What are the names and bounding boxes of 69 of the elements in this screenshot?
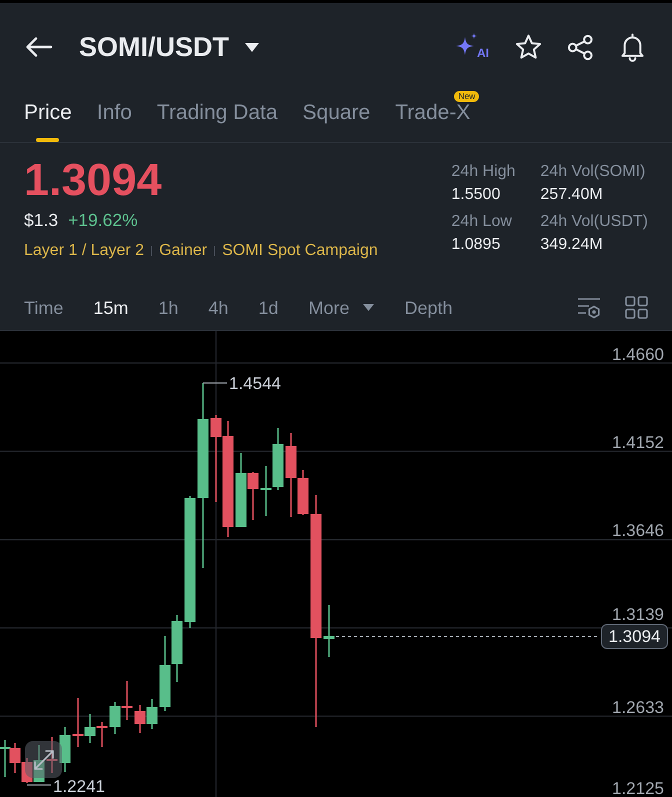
stat-value: 257.40M: [540, 185, 604, 205]
stat-value: 1.0895: [451, 235, 502, 255]
tab[interactable]: Square: [302, 102, 370, 142]
tag-link[interactable]: SOMI Spot Campaign: [222, 240, 378, 262]
interval-tab[interactable]: 15m: [93, 296, 128, 320]
candle: [96, 722, 108, 747]
notification-button[interactable]: [619, 32, 646, 62]
list-settings-icon: [577, 296, 601, 320]
candle: [324, 605, 334, 657]
interval-tab[interactable]: Time: [24, 296, 64, 320]
stat-value: 1.5500: [451, 185, 502, 205]
candle: [260, 466, 272, 516]
back-arrow-icon: [25, 35, 53, 59]
more-dropdown[interactable]: More: [308, 296, 374, 320]
tab[interactable]: Trading Data: [156, 102, 278, 142]
share-button[interactable]: [567, 34, 594, 60]
stat-value: 349.24M: [540, 235, 604, 255]
ai-assistant-button[interactable]: AI: [455, 33, 490, 61]
stat-label: 24h Low: [451, 212, 513, 232]
star-icon: [515, 34, 542, 60]
candle: [134, 705, 146, 733]
stat-label: 24h Vol(SOMI): [540, 162, 646, 182]
new-badge: New: [454, 91, 480, 102]
share-icon: [567, 34, 594, 60]
stat-label: 24h Vol(USDT): [540, 212, 648, 232]
interval-tab[interactable]: 1d: [258, 296, 278, 320]
last-price-tag: 1.3094: [601, 624, 668, 649]
leader-line: [27, 784, 51, 786]
caret-down-icon: [363, 304, 374, 311]
caret-down-icon: [245, 42, 260, 52]
layout-button[interactable]: [625, 296, 648, 319]
candle: [146, 699, 158, 729]
candle: [10, 743, 20, 773]
indicator-settings-button[interactable]: [577, 296, 601, 320]
grid-icon: [625, 296, 648, 319]
candle: [272, 428, 284, 490]
tag-link[interactable]: Gainer: [159, 240, 208, 262]
back-button[interactable]: [25, 35, 53, 59]
tab[interactable]: Price: [24, 102, 72, 142]
stat-label: 24h High: [451, 162, 516, 182]
pair-selector[interactable]: SOMI/USDT: [79, 31, 260, 63]
fiat-price: $1.3: [24, 209, 58, 232]
candle: [110, 702, 120, 734]
expand-button[interactable]: [25, 741, 62, 778]
price-axis-label: 1.2125: [612, 780, 664, 796]
candle: [122, 681, 132, 720]
favorite-button[interactable]: [515, 34, 542, 60]
candle: [46, 737, 58, 773]
tag-link[interactable]: Layer 1 / Layer 2: [24, 240, 144, 262]
price-axis-label: 1.4152: [612, 434, 664, 451]
candle: [0, 740, 10, 777]
price-axis-label: 1.3646: [612, 522, 664, 540]
high-price-label: 1.4544: [229, 375, 281, 392]
low-price-label: 1.2241: [53, 778, 105, 795]
price-axis-label: 1.4660: [612, 346, 664, 362]
price-axis-label: 1.3139: [612, 606, 664, 623]
tab[interactable]: Trade-X: [395, 102, 470, 142]
price-axis-label: 1.2633: [612, 698, 664, 716]
last-price: 1.3094: [24, 155, 163, 205]
interval-tab[interactable]: 1h: [158, 296, 178, 320]
bell-icon: [619, 32, 646, 62]
candle: [60, 727, 70, 772]
expand-icon: [32, 748, 54, 770]
interval-tab[interactable]: Depth: [404, 296, 453, 320]
tab[interactable]: Info: [96, 102, 132, 142]
candle: [172, 615, 182, 682]
interval-tab[interactable]: 4h: [208, 296, 228, 320]
leader-line: [203, 382, 227, 384]
price-change: +19.62%: [68, 209, 138, 232]
